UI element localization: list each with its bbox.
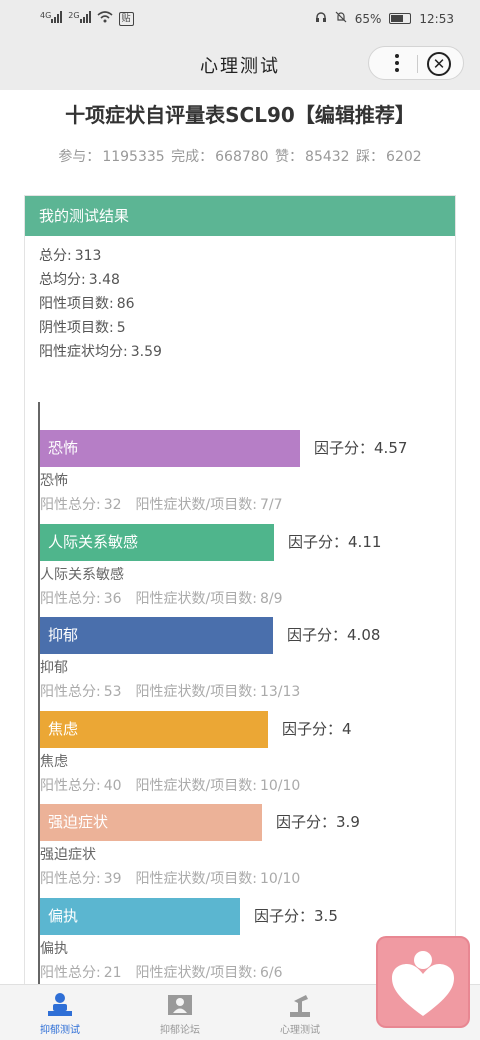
signal-4g: 4G xyxy=(40,11,63,26)
summary-value: 86 xyxy=(116,296,135,312)
test-lamp-icon xyxy=(286,991,314,1019)
result-card-header: 我的测试结果 xyxy=(25,196,455,236)
factor-score-value: 4.11 xyxy=(348,532,382,551)
stat-value: 6202 xyxy=(386,149,422,165)
factor-score-value: 4.57 xyxy=(374,439,408,457)
more-dots-icon[interactable] xyxy=(383,47,411,79)
ratio-label: 阳性症状数/项目数: xyxy=(135,964,257,981)
forum-user-icon xyxy=(166,991,194,1019)
factor-score-label: 因子分： xyxy=(276,813,337,831)
factor-bar: 焦虑 xyxy=(40,710,268,748)
result-summary: 总分: 313 总均分: 3.48 阳性项目数: 86 阴性项目数: 5 阳性症状均分:… xyxy=(25,236,455,364)
factor-score-value: 4 xyxy=(342,719,352,738)
stat-value: 1195335 xyxy=(102,149,165,165)
factor-detail: 阳性总分: 21 阳性症状数/项目数: 6/6 xyxy=(40,962,283,982)
summary-label: 总均分: xyxy=(39,272,86,288)
factor-score-label: 因子分： xyxy=(314,439,375,457)
factor-row: 抑郁 因子分：4.08 抑郁 阳性总分: 53 阳性症状数/项目数: 13/13 xyxy=(38,589,456,700)
summary-row: 总分: 313 xyxy=(39,244,455,268)
summary-label: 阳性项目数: xyxy=(39,296,114,312)
summary-row: 阴性项目数: 5 xyxy=(39,316,455,340)
summary-label: 阴性项目数: xyxy=(39,320,114,336)
factor-score-label: 因子分： xyxy=(254,906,315,925)
clock: 12:53 xyxy=(419,11,454,26)
summary-row: 阳性症状均分: 3.59 xyxy=(39,340,455,364)
stat-label: 参与： xyxy=(58,149,101,165)
test-stats: 参与： 1195335 完成： 668780 赞： 85432 踩： 6202 xyxy=(0,146,480,166)
close-circle-icon[interactable]: ✕ xyxy=(427,52,451,76)
stat-value: 668780 xyxy=(215,149,269,165)
stat-label: 赞： xyxy=(275,149,304,165)
summary-label: 阳性症状均分: xyxy=(39,344,128,360)
heart-person-icon xyxy=(392,951,454,1016)
factor-score: 因子分：4.57 xyxy=(314,430,407,467)
summary-value: 5 xyxy=(116,320,126,336)
factor-bar: 恐怖 xyxy=(40,430,300,467)
factor-name: 恐怖 xyxy=(40,473,68,489)
summary-row: 总均分: 3.48 xyxy=(39,268,455,292)
bell-muted-icon xyxy=(335,11,347,26)
notification-badge: 贴 xyxy=(118,11,134,26)
factor-name: 人际关系敏感 xyxy=(40,566,124,583)
tab-label: 心理测试 xyxy=(280,1025,320,1036)
headset-icon xyxy=(315,11,327,26)
pos-total-label: 阳性总分: xyxy=(40,964,101,981)
factor-row: 人际关系敏感 因子分：4.11 人际关系敏感 阳性总分: 36 阳性症状数/项目数: 8/9 xyxy=(38,496,456,607)
tab-psych-test[interactable]: 心理测试 xyxy=(240,985,360,1040)
factor-bar: 偏执 xyxy=(40,897,240,935)
tab-depression-forum[interactable]: 抑郁论坛 xyxy=(120,985,240,1040)
factor-score-label: 因子分： xyxy=(282,719,343,738)
summary-value: 3.48 xyxy=(88,272,120,288)
factor-score: 因子分：3.5 xyxy=(254,898,338,935)
stat-value: 85432 xyxy=(305,149,350,165)
status-bar: 4G 2G 贴 65% 12:53 xyxy=(0,0,480,38)
factor-bar: 抑郁 xyxy=(40,617,273,654)
factor-row: 强迫症状 因子分：3.9 强迫症状 阳性总分: 39 阳性症状数/项目数: 10/10 xyxy=(38,776,456,887)
factor-row: 恐怖 因子分：4.57 恐怖 阳性总分: 32 阳性症状数/项目数: 7/7 xyxy=(38,402,456,513)
wifi-icon xyxy=(97,11,113,26)
factor-chart: 恐怖 因子分：4.57 恐怖 阳性总分: 32 阳性症状数/项目数: 7/7 人际关系敏感 因子… xyxy=(38,402,456,984)
stat-label: 踩： xyxy=(356,149,385,165)
summary-value: 3.59 xyxy=(130,344,162,360)
mini-program-capsule: ✕ xyxy=(368,46,464,80)
factor-bar: 人际关系敏感 xyxy=(40,523,274,561)
summary-row: 阳性项目数: 86 xyxy=(39,292,455,316)
tab-label: 抑郁论坛 xyxy=(160,1025,200,1036)
person-desk-icon xyxy=(46,991,74,1019)
signal-2g: 2G xyxy=(68,11,91,26)
summary-label: 总分: xyxy=(39,248,72,264)
factor-score: 因子分：4.11 xyxy=(288,524,381,561)
factor-name: 抑郁 xyxy=(40,660,68,676)
factor-name: 强迫症状 xyxy=(40,847,96,863)
factor-score-value: 3.5 xyxy=(314,906,338,925)
factor-score: 因子分：4 xyxy=(282,711,352,748)
factor-name: 焦虑 xyxy=(40,753,68,770)
battery-percent: 65% xyxy=(354,11,382,26)
floating-heart-button[interactable] xyxy=(376,936,470,1028)
factor-row: 焦虑 因子分：4 焦虑 阳性总分: 40 阳性症状数/项目数: 10/10 xyxy=(38,683,456,794)
battery-icon xyxy=(389,13,412,24)
test-title: 十项症状自评量表SCL90【编辑推荐】 xyxy=(65,103,415,127)
factor-score-label: 因子分： xyxy=(287,626,348,644)
pos-total-value: 21 xyxy=(103,964,122,981)
tab-label: 抑郁测试 xyxy=(40,1025,80,1036)
factor-score: 因子分：3.9 xyxy=(276,804,360,841)
factor-score-value: 4.08 xyxy=(347,626,381,644)
tab-depression-test[interactable]: 抑郁测试 xyxy=(0,985,120,1040)
factor-score-value: 3.9 xyxy=(336,813,360,831)
summary-value: 313 xyxy=(74,248,102,264)
stat-label: 完成： xyxy=(171,149,214,165)
title-bar: 心理测试 ✕ xyxy=(0,38,480,90)
capsule-divider xyxy=(417,55,418,73)
factor-bar: 强迫症状 xyxy=(40,804,262,841)
main-content: 十项症状自评量表SCL90【编辑推荐】 参与： 1195335 完成： 668780… xyxy=(0,90,480,984)
factor-name: 偏执 xyxy=(40,940,68,957)
factor-score-label: 因子分： xyxy=(288,532,349,551)
ratio-value: 6/6 xyxy=(259,964,283,981)
factor-score: 因子分：4.08 xyxy=(287,617,380,654)
result-card: 我的测试结果 总分: 313 总均分: 3.48 阳性项目数: 86 阴性项目数: 5 … xyxy=(24,195,456,984)
